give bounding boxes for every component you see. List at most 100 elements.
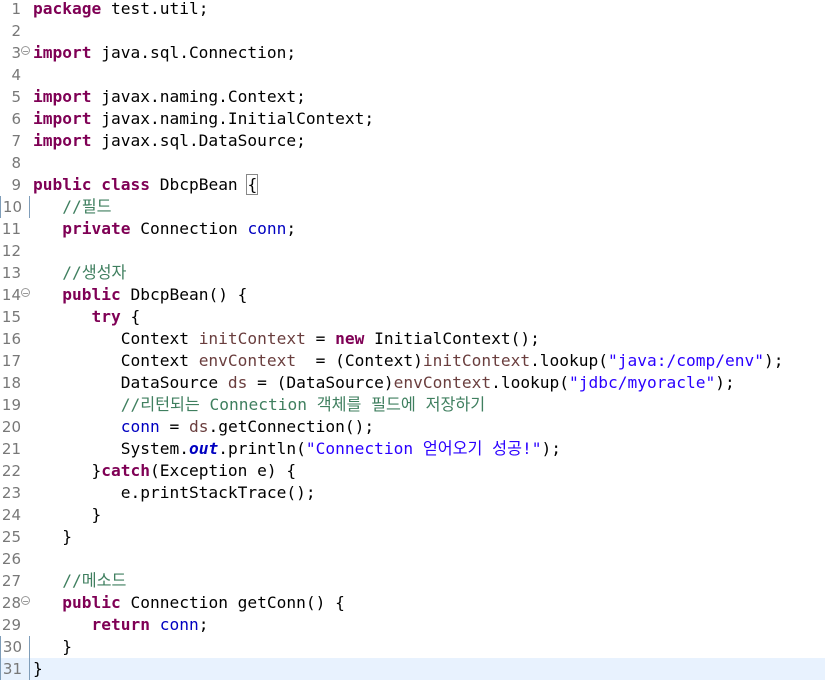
code-token: = (DataSource) xyxy=(247,373,394,392)
code-line[interactable]: 22 }catch(Exception e) { xyxy=(0,460,825,482)
code-text: import java.sql.Connection; xyxy=(33,42,296,64)
code-line[interactable]: 28− public Connection getConn() { xyxy=(0,592,825,614)
line-gutter: 20 xyxy=(0,416,30,438)
fold-toggle-icon[interactable]: − xyxy=(21,288,30,298)
code-line[interactable]: 7 import javax.sql.DataSource; xyxy=(0,130,825,152)
code-line[interactable]: 12 xyxy=(0,240,825,262)
code-text: Context envContext = (Context)initContex… xyxy=(33,350,784,372)
code-line[interactable]: 26 xyxy=(0,548,825,570)
code-token: conn xyxy=(120,417,160,436)
code-line[interactable]: 14− public DbcpBean() { xyxy=(0,284,825,306)
line-number: 8 xyxy=(11,154,21,172)
code-token: .lookup( xyxy=(530,351,609,370)
code-token: ds xyxy=(227,373,248,392)
line-number: 24 xyxy=(1,506,21,524)
code-token: import xyxy=(33,109,92,128)
code-token: java.sql.Connection; xyxy=(91,43,297,62)
code-line[interactable]: 31} xyxy=(0,658,825,680)
code-token: package xyxy=(33,0,102,18)
code-line[interactable]: 4 xyxy=(0,64,825,86)
code-text: } xyxy=(33,504,101,526)
code-line[interactable]: 2 xyxy=(0,20,825,42)
code-line[interactable]: 20 conn = ds.getConnection(); xyxy=(0,416,825,438)
code-line[interactable]: 15 try { xyxy=(0,306,825,328)
code-line[interactable]: 6 import javax.naming.InitialContext; xyxy=(0,108,825,130)
code-line[interactable]: 13 //생성자 xyxy=(0,262,825,284)
code-text: import javax.sql.DataSource; xyxy=(33,130,306,152)
code-token: initContext xyxy=(198,329,306,348)
code-line[interactable]: 19 //리턴되는 Connection 객체를 필드에 저장하기 xyxy=(0,394,825,416)
code-line[interactable]: 21 System.out.println("Connection 얻어오기 성… xyxy=(0,438,825,460)
line-number: 29 xyxy=(1,616,21,634)
code-line[interactable]: 17 Context envContext = (Context)initCon… xyxy=(0,350,825,372)
line-gutter: 24 xyxy=(0,504,30,526)
code-text: import javax.naming.InitialContext; xyxy=(33,108,374,130)
line-gutter: 7 xyxy=(0,130,30,152)
code-text: Context initContext = new InitialContext… xyxy=(33,328,540,350)
code-line[interactable]: 1 package test.util; xyxy=(0,0,825,20)
line-number: 1 xyxy=(11,0,21,18)
code-text: import javax.naming.Context; xyxy=(33,86,306,108)
line-number: 11 xyxy=(1,220,21,238)
code-line[interactable]: 8 xyxy=(0,152,825,174)
line-number: 31 xyxy=(2,660,22,678)
code-token: = xyxy=(159,417,189,436)
line-gutter: 13 xyxy=(0,262,30,284)
code-token: //생성자 xyxy=(62,263,127,282)
line-gutter: 26 xyxy=(0,548,30,570)
code-token: DbcpBean xyxy=(149,175,248,194)
line-number: 30 xyxy=(2,638,22,656)
line-number: 18 xyxy=(1,374,21,392)
code-token: = (Context) xyxy=(296,351,423,370)
line-number: 17 xyxy=(1,352,21,370)
line-gutter: 5 xyxy=(0,86,30,108)
line-gutter: 17 xyxy=(0,350,30,372)
code-text: package test.util; xyxy=(33,0,208,20)
code-line[interactable]: 27 //메소드 xyxy=(0,570,825,592)
line-number: 25 xyxy=(1,528,21,546)
code-line[interactable]: 30 } xyxy=(0,636,825,658)
code-token: import xyxy=(33,87,92,106)
line-number: 7 xyxy=(11,132,21,150)
line-gutter: 11 xyxy=(0,218,30,240)
fold-toggle-icon[interactable]: − xyxy=(21,46,30,56)
code-editor[interactable]: 1 package test.util; 2 3− import java.sql.Co… xyxy=(0,0,825,680)
code-line[interactable]: 11 private Connection conn; xyxy=(0,218,825,240)
code-token: .getConnection(); xyxy=(208,417,375,436)
code-line[interactable]: 25 } xyxy=(0,526,825,548)
code-line[interactable]: 10 //필드 xyxy=(0,196,825,218)
code-line[interactable]: 9 public class DbcpBean { xyxy=(0,174,825,196)
code-line[interactable]: 24 } xyxy=(0,504,825,526)
code-token: } xyxy=(62,527,72,546)
code-token: ); xyxy=(715,373,735,392)
line-gutter: 9 xyxy=(0,174,30,196)
code-line[interactable]: 3− import java.sql.Connection; xyxy=(0,42,825,64)
line-gutter: 23 xyxy=(0,482,30,504)
code-token: envContext xyxy=(198,351,297,370)
code-line[interactable]: 16 Context initContext = new InitialCont… xyxy=(0,328,825,350)
code-token: return xyxy=(91,615,150,634)
line-gutter: 21 xyxy=(0,438,30,460)
line-gutter: 15 xyxy=(0,306,30,328)
line-gutter: 6 xyxy=(0,108,30,130)
code-token: e.printStackTrace(); xyxy=(120,483,316,502)
line-gutter: 8 xyxy=(0,152,30,174)
code-token: "java:/comp/env" xyxy=(608,351,764,370)
code-line[interactable]: 23 e.printStackTrace(); xyxy=(0,482,825,504)
code-line[interactable]: 18 DataSource ds = (DataSource)envContex… xyxy=(0,372,825,394)
code-token: Context xyxy=(120,329,199,348)
code-line[interactable]: 29 return conn; xyxy=(0,614,825,636)
fold-toggle-icon[interactable]: − xyxy=(21,596,30,606)
line-gutter: 22 xyxy=(0,460,30,482)
code-text: public DbcpBean() { xyxy=(33,284,247,306)
code-line[interactable]: 5 import javax.naming.Context; xyxy=(0,86,825,108)
